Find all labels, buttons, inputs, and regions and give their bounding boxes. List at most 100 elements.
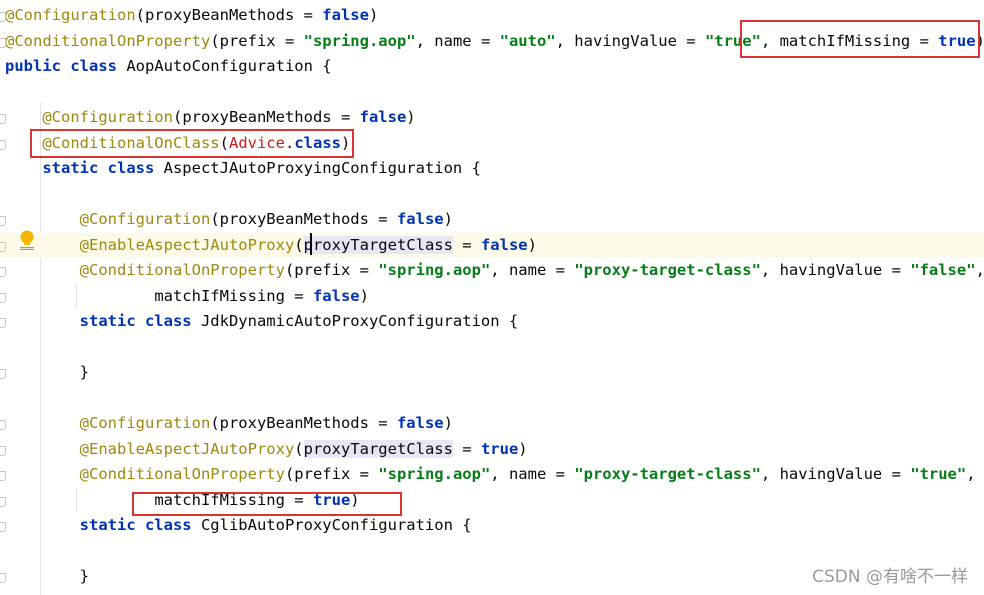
code-token: static class bbox=[79, 516, 192, 534]
fold-marker-icon[interactable] bbox=[0, 114, 6, 124]
code-token: (prefix = bbox=[284, 465, 379, 483]
code-token: (prefix = bbox=[210, 31, 304, 50]
code-token: AopAutoConfiguration { bbox=[116, 57, 332, 75]
code-token: matchIfMissing = bbox=[154, 286, 313, 305]
code-token: "proxy-target-class" bbox=[574, 465, 761, 483]
code-token: false bbox=[359, 108, 407, 126]
fold-marker-icon[interactable] bbox=[0, 471, 6, 481]
code-line[interactable]: static class CglibAutoProxyConfiguration… bbox=[0, 513, 984, 539]
code-token: @EnableAspectJAutoProxy bbox=[79, 235, 295, 254]
code-token: @Configuration bbox=[42, 108, 173, 126]
fold-marker-icon[interactable] bbox=[0, 12, 6, 22]
code-token: JdkDynamicAutoProxyConfiguration { bbox=[191, 312, 519, 330]
code-token: (proxyBeanMethods = bbox=[210, 414, 397, 432]
code-token: , havingValue = bbox=[760, 261, 911, 279]
highlight-box-match-if-missing-true bbox=[132, 492, 402, 516]
code-text: @Configuration(proxyBeanMethods = false) bbox=[5, 105, 416, 131]
code-token: "auto" bbox=[499, 31, 556, 50]
code-token: ) bbox=[443, 414, 453, 432]
code-line[interactable] bbox=[0, 182, 984, 208]
highlight-box-conditional-on-class bbox=[30, 129, 354, 158]
code-line[interactable]: matchIfMissing = false) bbox=[0, 284, 984, 310]
code-token: (proxyBeanMethods = bbox=[135, 6, 323, 24]
code-line[interactable]: @ConditionalOnProperty(prefix = "spring.… bbox=[0, 462, 984, 488]
code-text: static class CglibAutoProxyConfiguration… bbox=[5, 513, 472, 539]
code-token: proxyTargetClass bbox=[303, 235, 453, 254]
fold-marker-icon[interactable] bbox=[0, 37, 6, 48]
code-token: "false" bbox=[910, 261, 976, 279]
code-text: @ConditionalOnProperty(prefix = "spring.… bbox=[5, 258, 984, 284]
code-token: ( bbox=[294, 235, 304, 254]
code-token: (proxyBeanMethods = bbox=[210, 210, 397, 228]
fold-marker-icon[interactable] bbox=[0, 241, 6, 252]
code-line[interactable] bbox=[0, 386, 984, 412]
code-token: @ConditionalOnProperty bbox=[5, 31, 211, 50]
fold-marker-icon[interactable] bbox=[0, 369, 6, 379]
code-token: } bbox=[5, 363, 89, 381]
code-token: static class bbox=[42, 159, 155, 177]
code-token: ) bbox=[406, 108, 416, 126]
code-text: } bbox=[5, 564, 89, 590]
code-token: } bbox=[5, 567, 89, 585]
code-token: @Configuration bbox=[79, 414, 211, 432]
code-token: ) bbox=[359, 286, 369, 305]
code-token: false bbox=[480, 235, 528, 254]
code-token: public class bbox=[5, 57, 117, 75]
code-line[interactable] bbox=[0, 539, 984, 565]
code-token: (proxyBeanMethods = bbox=[172, 108, 360, 126]
highlight-box-match-if-missing bbox=[740, 20, 980, 58]
fold-marker-icon[interactable] bbox=[0, 496, 6, 507]
code-token: false bbox=[322, 6, 369, 24]
code-token: , havingValue = bbox=[760, 465, 911, 483]
code-token: static class bbox=[79, 312, 192, 330]
code-token: ) bbox=[368, 6, 379, 24]
code-line[interactable]: @EnableAspectJAutoProxy(proxyTargetClass… bbox=[0, 437, 984, 463]
code-token: "spring.aop" bbox=[378, 465, 491, 483]
code-token: "true" bbox=[910, 465, 967, 483]
code-text: static class AspectJAutoProxyingConfigur… bbox=[5, 156, 481, 182]
code-line[interactable]: @Configuration(proxyBeanMethods = false) bbox=[0, 105, 984, 131]
code-line[interactable]: @EnableAspectJAutoProxy(proxyTargetClass… bbox=[0, 232, 984, 258]
code-token: "proxy-target-class" bbox=[574, 261, 761, 279]
code-token: , havingValue = bbox=[555, 31, 705, 50]
code-text: } bbox=[5, 360, 89, 386]
code-token: true bbox=[480, 439, 519, 458]
code-line[interactable]: @Configuration(proxyBeanMethods = false) bbox=[0, 411, 984, 437]
code-token: , bbox=[966, 465, 976, 483]
code-line[interactable] bbox=[0, 80, 984, 106]
fold-marker-icon[interactable] bbox=[0, 573, 6, 583]
code-token: , bbox=[975, 261, 984, 279]
watermark: CSDN @有啥不一样 bbox=[812, 567, 968, 587]
code-token: ) bbox=[443, 210, 453, 228]
code-line[interactable]: @ConditionalOnProperty(prefix = "spring.… bbox=[0, 258, 984, 284]
fold-marker-icon[interactable] bbox=[0, 522, 6, 532]
fold-marker-icon[interactable] bbox=[0, 445, 6, 456]
code-line[interactable]: @Configuration(proxyBeanMethods = false) bbox=[0, 207, 984, 233]
code-text: static class JdkDynamicAutoProxyConfigur… bbox=[5, 309, 519, 335]
code-line[interactable]: static class AspectJAutoProxyingConfigur… bbox=[0, 156, 984, 182]
code-token: @Configuration bbox=[5, 6, 136, 24]
fold-marker-icon[interactable] bbox=[0, 420, 6, 430]
code-line[interactable] bbox=[0, 335, 984, 361]
lightbulb-icon[interactable] bbox=[20, 230, 34, 250]
code-token: @Configuration bbox=[79, 210, 211, 228]
code-line[interactable]: static class JdkDynamicAutoProxyConfigur… bbox=[0, 309, 984, 335]
fold-marker-icon[interactable] bbox=[0, 139, 6, 150]
code-token: AspectJAutoProxyingConfiguration { bbox=[154, 159, 481, 177]
fold-marker-icon[interactable] bbox=[0, 318, 6, 328]
code-token: , name = bbox=[490, 465, 575, 483]
fold-marker-icon[interactable] bbox=[0, 216, 6, 226]
code-token: = bbox=[452, 235, 481, 254]
code-token: "spring.aop" bbox=[303, 31, 416, 50]
code-token: false bbox=[312, 286, 360, 305]
code-line[interactable]: } bbox=[0, 360, 984, 386]
fold-marker-icon[interactable] bbox=[0, 292, 6, 303]
code-text: matchIfMissing = false) bbox=[5, 284, 369, 310]
fold-marker-icon[interactable] bbox=[0, 267, 6, 277]
